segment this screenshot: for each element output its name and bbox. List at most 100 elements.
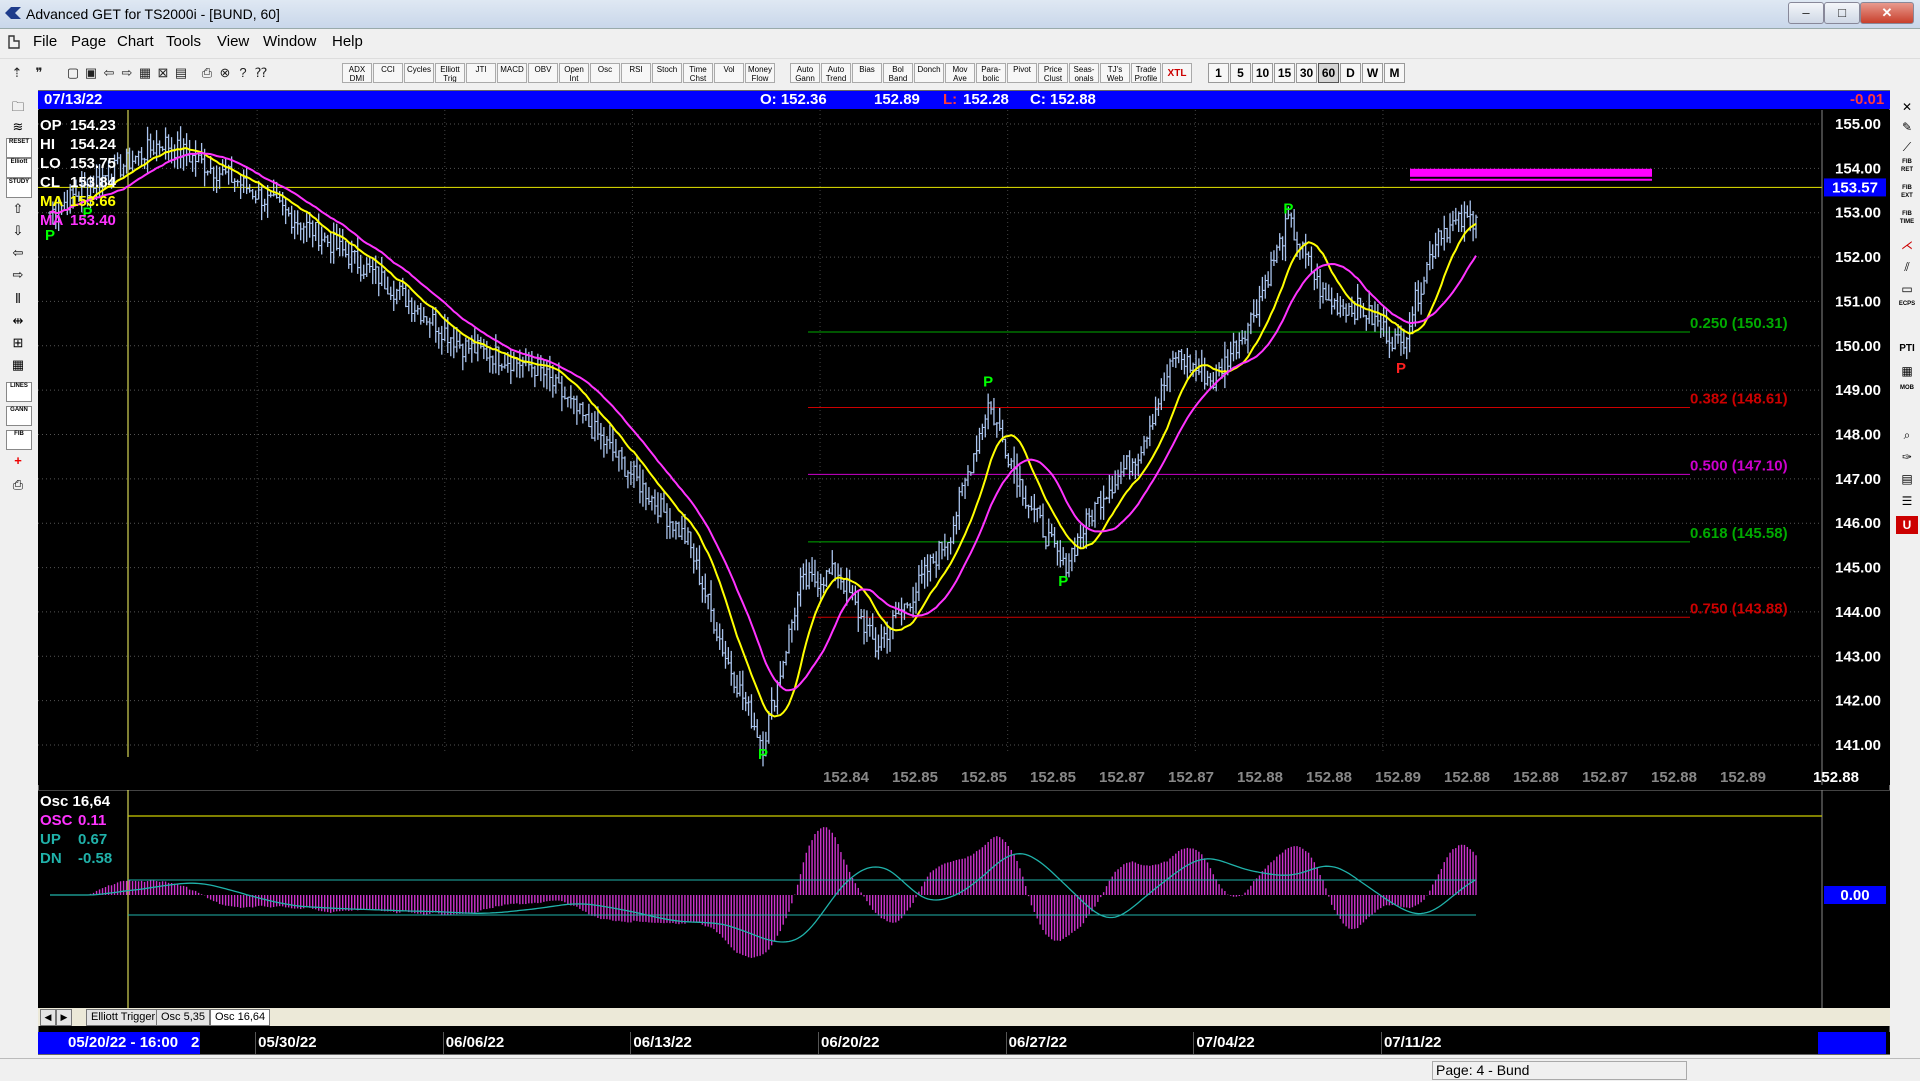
fan-icon[interactable]: ⋌ xyxy=(1896,236,1918,254)
grid-icon[interactable]: ⊠ xyxy=(154,63,172,83)
menu-window[interactable]: Window xyxy=(263,33,316,50)
back-icon[interactable]: ⇦ xyxy=(100,63,118,83)
grid-tool-icon[interactable]: ▦ xyxy=(6,356,30,374)
mob-button[interactable]: MOB xyxy=(1896,384,1918,402)
tool-button[interactable]: Auto Gann xyxy=(790,63,820,83)
tool-button[interactable]: Para-bolic xyxy=(976,63,1006,83)
tool-button[interactable]: Bol Band xyxy=(883,63,913,83)
timeframe-button[interactable]: 5 xyxy=(1230,63,1251,83)
tab-elliott-trigger[interactable]: Elliott Trigger xyxy=(86,1009,161,1026)
study-button[interactable]: Cycles xyxy=(404,63,434,83)
timeframe-button[interactable]: 10 xyxy=(1252,63,1273,83)
tab-prev-icon[interactable]: ◀ xyxy=(40,1009,56,1026)
oscillator-chart[interactable]: 0.00 Osc 16,64 OSC 0.11 UP 0.67 DN -0.58 xyxy=(38,790,1890,1008)
fib-ext-button[interactable]: FIB EXT xyxy=(1896,184,1918,202)
menu-view[interactable]: View xyxy=(217,33,249,50)
hint-icon[interactable]: ? xyxy=(234,63,252,83)
tool-button[interactable]: Price Clust xyxy=(1038,63,1068,83)
table-tool-icon[interactable]: ▦ xyxy=(1896,362,1918,380)
timeframe-button[interactable]: M xyxy=(1384,63,1405,83)
zoom-box-icon[interactable]: ⊞ xyxy=(6,334,30,352)
tool-button[interactable]: Auto Trend xyxy=(821,63,851,83)
tool-button[interactable]: Bias xyxy=(852,63,882,83)
tab-next-icon[interactable]: ▶ xyxy=(56,1009,72,1026)
pointer-icon[interactable]: ⇡ xyxy=(8,63,26,83)
printer-icon[interactable]: ⎙ xyxy=(198,63,216,83)
cross-tool-icon[interactable]: ✕ xyxy=(1896,98,1918,116)
channel-icon[interactable]: ⫽ xyxy=(1896,258,1918,276)
reset-tool-button[interactable]: RESET xyxy=(6,138,32,158)
study-tool-button[interactable]: STUDY xyxy=(6,178,32,198)
fib-tool-button[interactable]: FIB xyxy=(6,430,32,450)
gann-tool-button[interactable]: GANN xyxy=(6,406,32,426)
timeframe-button[interactable]: W xyxy=(1362,63,1383,83)
open-folder-icon[interactable]: 🗀 xyxy=(6,98,30,116)
layout-icon[interactable]: ▦ xyxy=(136,63,154,83)
bar-compress-icon[interactable]: ⫴ xyxy=(6,290,30,308)
crosshair-icon[interactable]: + xyxy=(6,452,30,470)
study-button[interactable]: MACD xyxy=(497,63,527,83)
tool-button[interactable]: Trade Profile xyxy=(1131,63,1161,83)
study-button[interactable]: Vol xyxy=(714,63,744,83)
fib-ret-button[interactable]: FIB RET xyxy=(1896,158,1918,176)
box-tool-icon[interactable]: ▭ xyxy=(1896,280,1918,298)
tool-button[interactable]: Seas-onals xyxy=(1069,63,1099,83)
zoom-icon[interactable]: ⌕ xyxy=(1896,426,1918,444)
paint-icon[interactable]: ✑ xyxy=(1896,448,1918,466)
study-button[interactable]: OBV xyxy=(528,63,558,83)
reset-icon[interactable]: ⊗ xyxy=(216,63,234,83)
tab-osc-16-64[interactable]: Osc 16,64 xyxy=(210,1009,271,1026)
fib-time-button[interactable]: FIB TIME xyxy=(1896,210,1918,228)
study-button[interactable]: Osc xyxy=(590,63,620,83)
elliott-tool-button[interactable]: Elliott xyxy=(6,158,32,178)
open-icon[interactable]: ▣ xyxy=(82,63,100,83)
new-page-icon[interactable]: ▢ xyxy=(64,63,82,83)
study-button[interactable]: ADX DMI xyxy=(342,63,372,83)
study-button[interactable]: JTI xyxy=(466,63,496,83)
menu-chart[interactable]: Chart xyxy=(117,33,154,50)
undo-icon[interactable]: U xyxy=(1896,516,1918,534)
close-button[interactable]: ✕ xyxy=(1860,2,1914,24)
tool-button[interactable]: Mov Ave xyxy=(945,63,975,83)
study-button[interactable]: Open Int xyxy=(559,63,589,83)
pti-button[interactable]: PTI xyxy=(1896,340,1918,358)
study-button[interactable]: Time Chst xyxy=(683,63,713,83)
study-button[interactable]: CCI xyxy=(373,63,403,83)
study-button[interactable]: RSI xyxy=(621,63,651,83)
price-chart[interactable]: 155.00 154.00 153.00 152.00 151.00 150.00 149.… xyxy=(38,110,1890,785)
minimize-button[interactable]: – xyxy=(1788,2,1824,24)
app-menu-icon[interactable] xyxy=(6,34,22,50)
gallery-icon[interactable]: ≋ xyxy=(6,118,30,136)
tool-button[interactable]: Donch xyxy=(914,63,944,83)
arrow-up-icon[interactable]: ⇧ xyxy=(6,200,30,218)
tile-icon[interactable]: ▤ xyxy=(172,63,190,83)
pencil-icon[interactable]: ✎ xyxy=(1896,118,1918,136)
tool-button[interactable]: XTL xyxy=(1162,63,1192,83)
calendar-icon[interactable]: ▤ xyxy=(1896,470,1918,488)
menu-page[interactable]: Page xyxy=(71,33,106,50)
arrow-right-icon[interactable]: ⇨ xyxy=(6,266,30,284)
forward-icon[interactable]: ⇨ xyxy=(118,63,136,83)
timeframe-button[interactable]: 1 xyxy=(1208,63,1229,83)
study-button[interactable]: Stoch xyxy=(652,63,682,83)
menu-tools[interactable]: Tools xyxy=(166,33,201,50)
maximize-button[interactable]: □ xyxy=(1824,2,1860,24)
study-button[interactable]: Money Flow xyxy=(745,63,775,83)
arrow-left-icon[interactable]: ⇦ xyxy=(6,244,30,262)
bar-expand-icon[interactable]: ⇹ xyxy=(6,312,30,330)
line-tool-icon[interactable]: ⟋ xyxy=(1896,138,1918,156)
quote-icon[interactable]: ❞ xyxy=(30,63,48,83)
menu-file[interactable]: File xyxy=(33,33,57,50)
arrow-down-icon[interactable]: ⇩ xyxy=(6,222,30,240)
timeframe-button[interactable]: D xyxy=(1340,63,1361,83)
timeframe-button[interactable]: 15 xyxy=(1274,63,1295,83)
study-button[interactable]: Elliott Trig xyxy=(435,63,465,83)
ecps-button[interactable]: ECPS xyxy=(1896,300,1918,318)
menu-help[interactable]: Help xyxy=(332,33,363,50)
list-icon[interactable]: ☰ xyxy=(1896,492,1918,510)
timeframe-button[interactable]: 60 xyxy=(1318,63,1339,83)
tool-button[interactable]: TJ's Web xyxy=(1100,63,1130,83)
tab-osc-5-35[interactable]: Osc 5,35 xyxy=(156,1009,211,1026)
print-tool-icon[interactable]: ⎙ xyxy=(6,476,30,494)
whatis-icon[interactable]: ⁇ xyxy=(252,63,270,83)
